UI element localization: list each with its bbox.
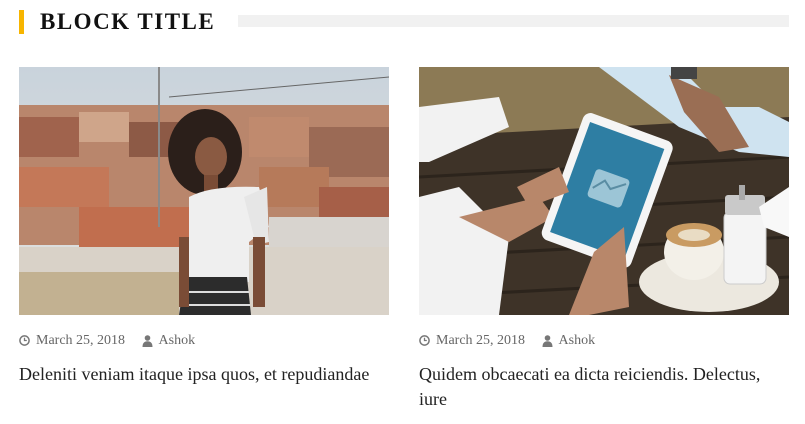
post-date[interactable]: March 25, 2018 (436, 333, 525, 349)
post-author[interactable]: Ashok (159, 333, 196, 349)
clock-icon (19, 334, 30, 346)
post-image (419, 67, 789, 315)
title-accent-bar (19, 10, 24, 34)
title-divider (238, 15, 789, 27)
post-title-link[interactable]: Quidem obcaecati ea dicta reiciendis. De… (419, 362, 789, 412)
post-card: March 25, 2018 Ashok Deleniti veniam ita… (19, 67, 389, 384)
block-title: BLOCK TITLE (40, 9, 216, 34)
post-image (19, 67, 389, 315)
post-thumbnail-link[interactable] (419, 67, 789, 315)
post-meta: March 25, 2018 Ashok (19, 333, 195, 349)
block-header: BLOCK TITLE (19, 9, 789, 35)
user-icon (542, 334, 553, 347)
post-title-link[interactable]: Deleniti veniam itaque ipsa quos, et rep… (19, 362, 389, 387)
post-card: March 25, 2018 Ashok Quidem obcaecati ea… (419, 67, 789, 409)
post-date[interactable]: March 25, 2018 (36, 333, 125, 349)
user-icon (142, 334, 153, 347)
post-meta: March 25, 2018 Ashok (419, 333, 595, 349)
post-thumbnail-link[interactable] (19, 67, 389, 315)
clock-icon (419, 334, 430, 346)
post-author[interactable]: Ashok (559, 333, 596, 349)
